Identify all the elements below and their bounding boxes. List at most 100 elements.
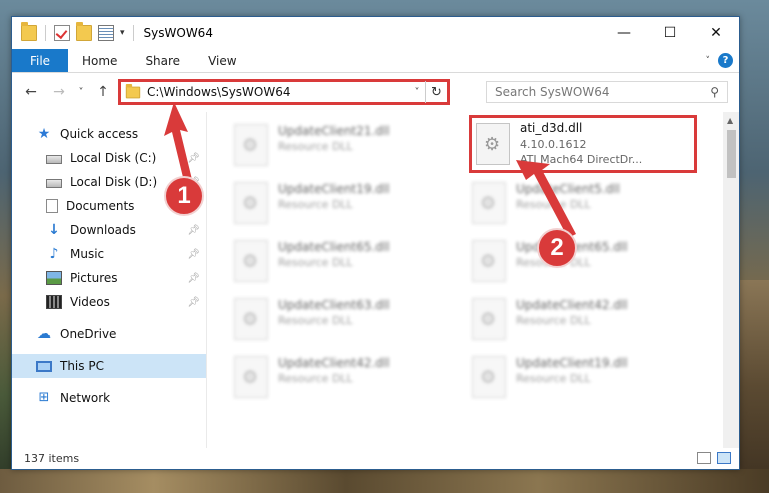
pin-icon[interactable]: 📌︎ [187,225,200,236]
scroll-up-arrow-icon[interactable]: ▲ [727,116,733,125]
sidebar-item-videos[interactable]: Videos 📌︎ [12,290,206,314]
file-item[interactable]: UpdateClient21.dll Resource DLL [234,118,464,170]
sidebar-item-label: This PC [60,359,104,373]
refresh-button[interactable]: ↻ [425,81,447,103]
vertical-scrollbar[interactable]: ▲ [723,112,739,448]
toolbar-separator [45,25,46,41]
file-name: UpdateClient42.dll [516,298,628,312]
file-type: Resource DLL [516,314,591,327]
search-input[interactable]: Search SysWOW64 ⚲ [486,81,728,103]
file-type: Resource DLL [278,198,353,211]
file-list: UpdateClient21.dll Resource DLL UpdateCli… [220,112,723,448]
downloads-icon: ↓ [48,222,60,238]
star-icon: ★ [37,126,51,142]
sidebar-item-pictures[interactable]: Pictures 📌︎ [12,266,206,290]
annotation-badge-2: 2 [537,228,577,268]
file-item[interactable]: UpdateClient65.dll Resource DLL [234,234,464,286]
onedrive-icon: ☁ [37,326,51,342]
sidebar-item-onedrive[interactable]: ☁ OneDrive [12,322,206,346]
status-bar: 137 items [12,448,739,469]
sidebar-item-label: Videos [70,295,110,309]
file-item[interactable]: UpdateClient19.dll Resource DLL [234,176,464,228]
annotation-badge-1: 1 [164,176,204,216]
sidebar-item-label: Music [70,247,105,261]
file-name: UpdateClient63.dll [278,298,390,312]
file-type: Resource DLL [278,256,353,269]
this-pc-icon [36,360,52,372]
explorer-window: ▾ SysWOW64 — ☐ ✕ File Home Share View ˅ … [11,16,740,470]
sidebar-item-label: Pictures [70,271,118,285]
tab-home[interactable]: Home [68,49,131,72]
recent-locations-dropdown[interactable]: ˅ [70,87,92,98]
ribbon-right-controls: ˅ ? [706,53,733,68]
forward-button[interactable]: → [48,84,70,100]
dll-file-icon [472,240,506,282]
ribbon-tabs: File Home Share View ˅ ? [12,49,739,73]
tab-file[interactable]: File [12,49,68,72]
videos-icon [46,295,62,309]
sidebar-item-network[interactable]: ⊞ Network [12,386,206,410]
window-controls: — ☐ ✕ [601,17,739,49]
background-ground [0,469,769,493]
pin-icon[interactable]: 📌︎ [187,273,200,284]
file-item[interactable]: UpdateClient42.dll Resource DLL [472,292,702,344]
up-button[interactable]: ↑ [92,84,114,100]
sidebar-item-label: Local Disk (D:) [70,175,158,189]
sidebar-item-label: Quick access [60,127,139,141]
file-name: UpdateClient19.dll [278,182,390,196]
address-dropdown-chevron-icon[interactable]: ˅ [409,87,425,98]
tab-share[interactable]: Share [131,49,194,72]
sidebar-item-label: Documents [66,199,135,213]
minimize-button[interactable]: — [601,17,647,49]
customize-toolbar-dropdown[interactable]: ▾ [120,28,125,38]
details-view-icon[interactable] [697,452,711,464]
properties-check-icon[interactable] [54,25,70,41]
scrollbar-thumb[interactable] [727,130,736,178]
music-icon: ♪ [49,246,59,262]
sidebar-item-label: OneDrive [60,327,117,341]
pin-icon[interactable]: 📌︎ [187,249,200,260]
sidebar-item-label: Local Disk (C:) [70,151,157,165]
file-type: Resource DLL [278,140,353,153]
pin-icon[interactable]: 📌︎ [187,297,200,308]
dll-file-icon [472,298,506,340]
pictures-icon [46,271,62,285]
view-toggle [697,452,731,464]
file-name: UpdateClient42.dll [278,356,390,370]
back-button[interactable]: ← [20,84,42,100]
tab-view[interactable]: View [194,49,250,72]
new-folder-icon[interactable] [76,22,92,41]
properties-list-icon[interactable] [98,25,114,41]
expand-ribbon-chevron-icon[interactable]: ˅ [706,56,711,66]
dll-file-icon [234,124,268,166]
sidebar-item-this-pc[interactable]: This PC [12,354,206,378]
documents-icon [46,199,58,213]
large-icons-view-icon[interactable] [717,452,731,464]
dll-file-icon [234,298,268,340]
sidebar-item-music[interactable]: ♪ Music 📌︎ [12,242,206,266]
dll-file-icon [234,356,268,398]
sidebar-item-label: Network [60,391,111,405]
address-folder-icon [125,83,141,98]
file-item[interactable]: UpdateClient42.dll Resource DLL [234,350,464,402]
sidebar-item-downloads[interactable]: ↓ Downloads 📌︎ [12,218,206,242]
title-bar: ▾ SysWOW64 — ☐ ✕ [12,17,739,49]
file-type: Resource DLL [278,372,353,385]
file-type: Resource DLL [278,314,353,327]
maximize-button[interactable]: ☐ [647,17,693,49]
file-type: Resource DLL [516,372,591,385]
close-button[interactable]: ✕ [693,17,739,49]
drive-icon [46,179,62,188]
window-title: SysWOW64 [143,26,213,40]
search-placeholder: Search SysWOW64 [495,85,610,99]
file-name: UpdateClient21.dll [278,124,390,138]
help-icon[interactable]: ? [718,53,733,68]
dll-file-icon [472,182,506,224]
dll-file-icon [476,123,510,165]
dll-file-icon [472,356,506,398]
file-item[interactable]: UpdateClient19.dll Resource DLL [472,350,702,402]
navigation-bar: ← → ˅ ↑ C:\Windows\SysWOW64 ˅ ↻ Search S… [12,73,739,111]
search-icon[interactable]: ⚲ [710,85,719,99]
toolbar-separator [132,25,134,41]
file-item[interactable]: UpdateClient63.dll Resource DLL [234,292,464,344]
